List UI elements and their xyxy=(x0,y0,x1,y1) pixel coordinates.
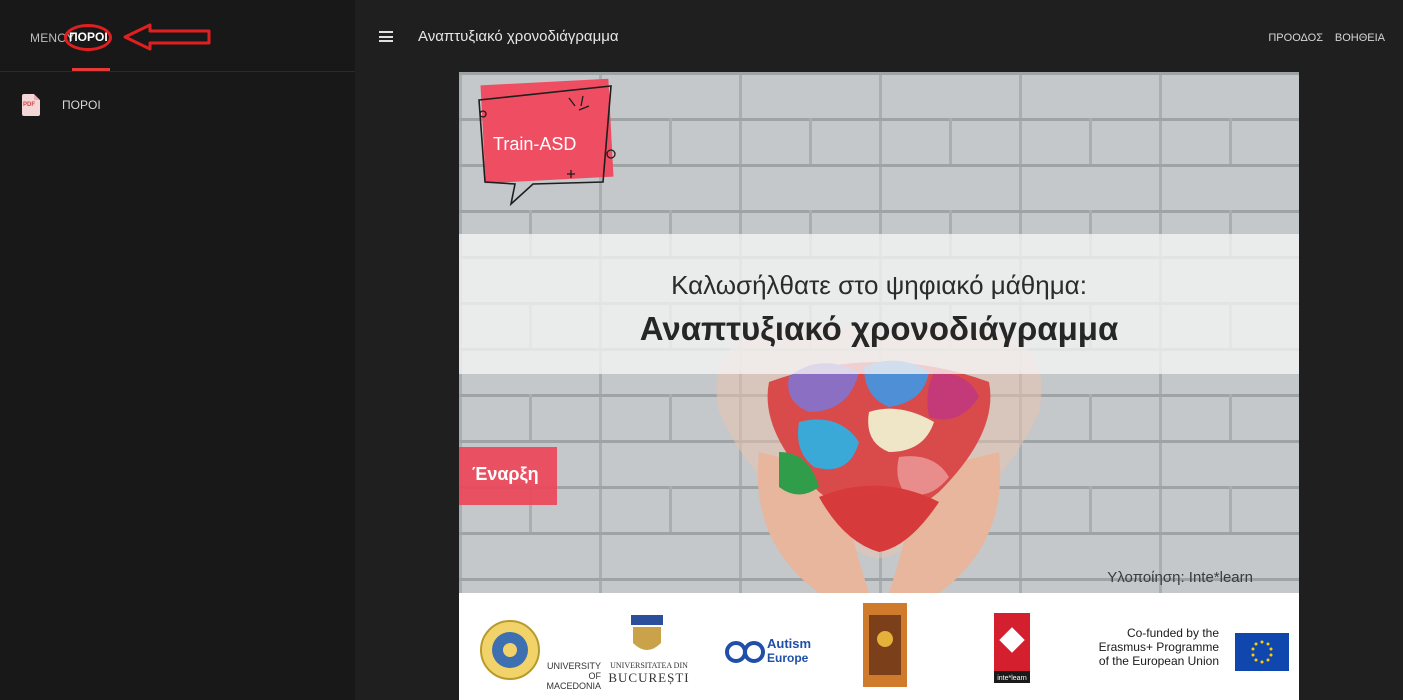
pdf-icon: PDF xyxy=(22,94,40,116)
bucuresti-line: UNIVERSITATEA DIN xyxy=(610,661,688,670)
course-title: Αναπτυξιακό χρονοδιάγραμμα xyxy=(418,28,619,45)
eu-flag-icon xyxy=(1235,633,1289,671)
bucuresti-line: BUCUREȘTI xyxy=(608,670,690,685)
autism-europe-text: Autism Europe xyxy=(767,636,812,666)
hero-photo: Καλωσήλθατε στο ψηφιακό μάθημα: Αναπτυξι… xyxy=(459,72,1299,593)
macedonia-logo-text: UNIVERSITY OF MACEDONIA xyxy=(537,661,601,691)
autism-line: Autism xyxy=(767,636,812,651)
start-button[interactable]: Έναρξη xyxy=(459,447,557,505)
erasmus-line: of the European Union xyxy=(1098,654,1219,668)
grepse-logo-icon xyxy=(863,603,907,687)
erasmus-line: Erasmus+ Programme xyxy=(1098,640,1219,654)
annotation-arrow-icon xyxy=(123,23,211,51)
train-asd-label: Train-ASD xyxy=(493,134,577,154)
top-bar: Αναπτυξιακό χρονοδιάγραμμα ΠΡΟΟΔΟΣ ΒΟΗΘΕ… xyxy=(355,0,1403,72)
title-banner xyxy=(459,234,1299,374)
partner-logos: UNIVERSITY OF MACEDONIA UNIVERSITATEA DI… xyxy=(459,593,1299,700)
sidebar-tabs: ΜΕΝΟΥ ΠΟΡΟΙ xyxy=(0,0,355,72)
autism-line: Europe xyxy=(767,651,809,665)
course-headline: Αναπτυξιακό χρονοδιάγραμμα xyxy=(639,310,1119,347)
sidebar-item-label: ΠΟΡΟΙ xyxy=(62,98,101,112)
erasmus-line: Co-funded by the xyxy=(1126,626,1219,640)
course-slide: Καλωσήλθατε στο ψηφιακό μάθημα: Αναπτυξι… xyxy=(459,72,1299,700)
intelearn-logo-text: inte*learn xyxy=(997,675,1027,682)
bucuresti-logo-text: UNIVERSITATEA DIN BUCUREȘTI xyxy=(604,661,694,686)
nav-progress-link[interactable]: ΠΡΟΟΔΟΣ xyxy=(1268,32,1323,44)
sidebar: ΜΕΝΟΥ ΠΟΡΟΙ PDF ΠΟΡΟΙ xyxy=(0,0,355,700)
credit-text: Υλοποίηση: Inte*learn xyxy=(1107,569,1253,586)
right-margin xyxy=(1299,72,1403,700)
bucuresti-crest-icon xyxy=(631,615,663,650)
annotation-circle xyxy=(64,24,112,51)
macedonia-line: OF MACEDONIA xyxy=(546,671,601,691)
erasmus-text: Co-funded by the Erasmus+ Programme of t… xyxy=(1071,626,1219,668)
macedonia-seal-icon xyxy=(480,620,540,680)
sidebar-item-resources[interactable]: PDF ΠΟΡΟΙ xyxy=(22,94,342,116)
menu-icon[interactable] xyxy=(379,31,393,42)
active-tab-indicator xyxy=(72,68,110,71)
intelearn-logo-icon xyxy=(994,613,1030,683)
nav-help-link[interactable]: ΒΟΗΘΕΙΑ xyxy=(1335,32,1385,44)
macedonia-line: UNIVERSITY xyxy=(546,661,601,671)
welcome-text: Καλωσήλθατε στο ψηφιακό μάθημα: xyxy=(671,270,1087,300)
autism-europe-icon xyxy=(725,641,765,663)
